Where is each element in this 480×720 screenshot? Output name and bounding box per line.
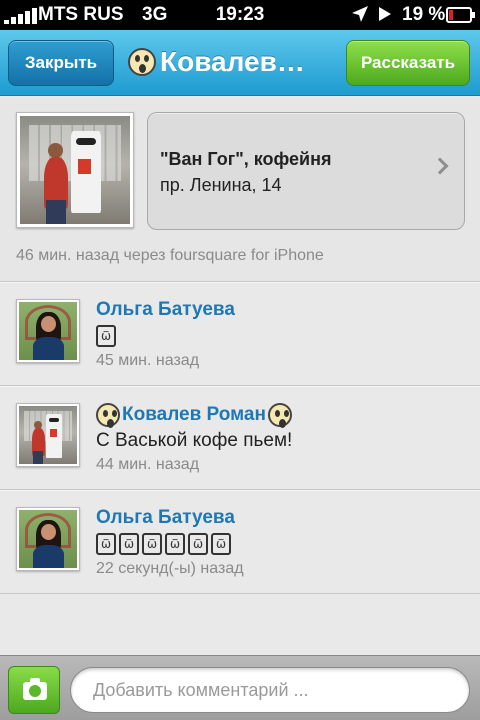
page-title-text: Ковалев… xyxy=(160,46,305,77)
scream-emoji-icon xyxy=(128,48,156,76)
checkin-meta: 46 мин. назад через foursquare for iPhon… xyxy=(16,247,324,264)
comment-text: С Васькой кофе пьем! xyxy=(96,430,293,451)
comment-text: ѿ xyxy=(96,325,116,347)
comment-item[interactable]: Ольга Батуева ѿ ѿ ѿ ѿ ѿ ѿ 22 секунд(-ы) … xyxy=(0,490,480,594)
battery-icon xyxy=(446,7,475,23)
unknown-glyph-icon: ѿ xyxy=(188,533,208,555)
avatar[interactable] xyxy=(16,507,80,571)
chevron-right-icon xyxy=(431,157,449,175)
camera-button[interactable] xyxy=(8,666,60,714)
scream-emoji-icon xyxy=(96,403,120,428)
comment-composer xyxy=(0,655,480,720)
unknown-glyph-icon: ѿ xyxy=(96,533,116,555)
comment-author-text: Ольга Батуева xyxy=(96,507,235,528)
page-title: Ковалев… xyxy=(128,44,338,80)
comment-text: ѿ ѿ ѿ ѿ ѿ ѿ xyxy=(96,533,231,555)
comment-time: 44 мин. назад xyxy=(96,456,200,473)
unknown-glyph-icon: ѿ xyxy=(119,533,139,555)
close-button[interactable]: Закрыть xyxy=(8,40,114,86)
comment-author[interactable]: Ольга Батуева xyxy=(96,507,235,529)
comment-author-text: Ковалев Роман xyxy=(122,404,266,425)
status-bar: MTS RUS 3G 19:23 19 % xyxy=(0,0,480,30)
unknown-glyph-icon: ѿ xyxy=(211,533,231,555)
avatar[interactable] xyxy=(16,403,80,467)
location-arrow-icon xyxy=(350,4,370,30)
comment-time: 22 секунд(-ы) назад xyxy=(96,560,244,577)
comment-list: Ольга Батуева ѿ 45 мин. назад Ковалев Ро… xyxy=(0,282,480,594)
comment-time: 45 мин. назад xyxy=(96,352,200,369)
comment-author-text: Ольга Батуева xyxy=(96,299,235,320)
battery-percent: 19 % xyxy=(402,4,446,25)
comment-input[interactable] xyxy=(70,667,470,713)
camera-icon xyxy=(23,678,47,700)
comment-author[interactable]: Ковалев Роман xyxy=(96,403,292,428)
avatar[interactable] xyxy=(16,299,80,363)
unknown-glyph-icon: ѿ xyxy=(165,533,185,555)
play-icon xyxy=(376,4,394,30)
unknown-glyph-icon: ѿ xyxy=(96,325,116,347)
scream-emoji-icon xyxy=(267,403,292,428)
comment-item[interactable]: Ольга Батуева ѿ 45 мин. назад xyxy=(0,282,480,386)
checkin-header: "Ван Гог", кофейня пр. Ленина, 14 46 мин… xyxy=(0,97,480,282)
navigation-bar: Закрыть Ковалев… Рассказать xyxy=(0,30,480,96)
venue-card[interactable]: "Ван Гог", кофейня пр. Ленина, 14 xyxy=(147,112,465,230)
comment-author[interactable]: Ольга Батуева xyxy=(96,299,235,321)
venue-address: пр. Ленина, 14 xyxy=(160,175,282,195)
battery-level-fill xyxy=(449,10,453,20)
unknown-glyph-icon: ѿ xyxy=(142,533,162,555)
checkin-photo[interactable] xyxy=(16,112,134,228)
share-button[interactable]: Рассказать xyxy=(346,40,470,86)
comment-item[interactable]: Ковалев Роман С Васькой кофе пьем! 44 ми… xyxy=(0,386,480,490)
venue-name: "Ван Гог", кофейня xyxy=(160,149,332,169)
